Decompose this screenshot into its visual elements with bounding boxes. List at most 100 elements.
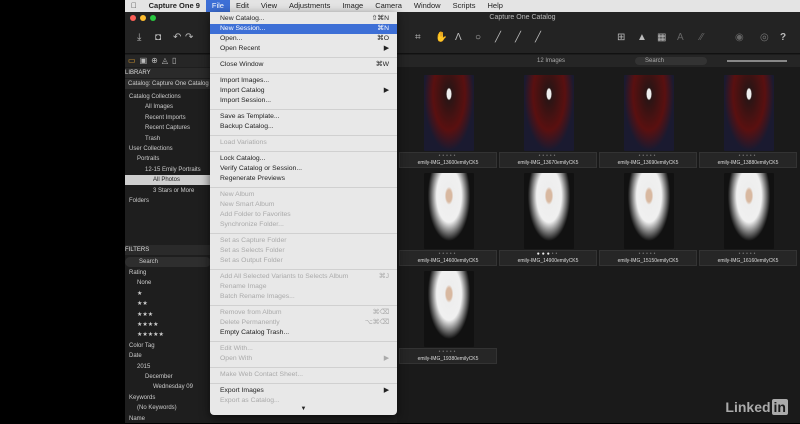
sidebar-item[interactable]: User Collections xyxy=(125,144,211,154)
sidebar-item[interactable]: None xyxy=(125,278,211,288)
menu-item[interactable]: Make Web Contact Sheet... xyxy=(210,370,397,380)
menu-item[interactable]: New Album xyxy=(210,190,397,200)
zoom-button[interactable] xyxy=(150,15,156,21)
scroll-down-arrow-icon[interactable]: ▼ xyxy=(210,406,397,412)
brush-icon[interactable]: ╱ xyxy=(495,32,501,43)
sidebar-item[interactable]: 12-15 Emily Portraits xyxy=(125,165,211,175)
pan-icon[interactable]: ✋ xyxy=(435,32,447,43)
menu-item[interactable]: Open Recent ▶ xyxy=(210,44,397,54)
menu-item[interactable]: Add Folder to Favorites xyxy=(210,210,397,220)
redo-icon[interactable]: ↷ xyxy=(185,32,193,43)
rating-stars[interactable]: ••••• xyxy=(700,153,796,160)
thumbnail-cell[interactable]: ●●●•• emily-IMG_14900emilyCK5 xyxy=(499,171,597,267)
close-button[interactable] xyxy=(130,15,136,21)
sidebar-item[interactable]: Date xyxy=(125,351,211,361)
crop-icon[interactable]: ⌗ xyxy=(415,32,421,43)
sidebar-item[interactable]: ★ xyxy=(125,289,211,299)
rating-stars[interactable]: ••••• xyxy=(400,153,496,160)
thumbnail-size-slider[interactable] xyxy=(727,60,787,62)
sidebar-item[interactable]: Recent Imports xyxy=(125,113,211,123)
proof-icon[interactable]: ▦ xyxy=(657,32,666,43)
thumbnail-image[interactable] xyxy=(724,75,774,151)
menu-item[interactable]: Save as Template... xyxy=(210,112,397,122)
sidebar-item[interactable]: ★★★★ xyxy=(125,320,211,330)
menu-adjustments[interactable]: Adjustments xyxy=(283,0,336,12)
menu-file[interactable]: File xyxy=(205,0,230,12)
picker-icon[interactable]: ╱ xyxy=(535,32,541,43)
sidebar-item[interactable]: Keywords xyxy=(125,393,211,403)
camera-icon[interactable]: ◘ xyxy=(155,32,161,43)
menu-item[interactable]: New Smart Album xyxy=(210,200,397,210)
menu-item[interactable]: Batch Rename Images... xyxy=(210,292,397,302)
exposure-tab-icon[interactable]: ▯ xyxy=(172,55,176,67)
menu-item[interactable]: Load Variations xyxy=(210,138,397,148)
eraser-icon[interactable]: ╱ xyxy=(515,32,521,43)
menu-item[interactable]: Empty Catalog Trash... xyxy=(210,328,397,338)
sidebar-item[interactable]: Trash xyxy=(125,134,211,144)
menu-item[interactable]: Synchronize Folder... xyxy=(210,220,397,230)
thumbnail-image[interactable] xyxy=(424,271,474,347)
sidebar-item[interactable]: Name xyxy=(125,414,211,424)
sidebar-item[interactable]: December xyxy=(125,372,211,382)
help-icon[interactable]: ? xyxy=(780,32,786,43)
rating-stars[interactable]: ••••• xyxy=(400,251,496,258)
thumbnail-cell[interactable]: ••••• emily-IMG_19380emilyCK5 xyxy=(399,269,497,365)
rating-stars[interactable]: ●●●•• xyxy=(500,251,596,258)
menu-item[interactable]: Open... ⌘O xyxy=(210,34,397,44)
menu-item[interactable]: Remove from Album ⌘⌫ xyxy=(210,308,397,318)
menu-item[interactable]: Import Catalog ▶ xyxy=(210,86,397,96)
color-tab-icon[interactable]: ◬ xyxy=(162,55,168,67)
lens-tab-icon[interactable]: ⊕ xyxy=(151,55,158,67)
copy-adjust-icon[interactable]: ⁄⁄ xyxy=(700,32,703,43)
sidebar-item[interactable]: ★★★★★ xyxy=(125,330,211,340)
spot-icon[interactable]: ○ xyxy=(475,32,481,43)
menu-item[interactable]: Export Images ▶ xyxy=(210,386,397,396)
grid-view-icon[interactable]: ⊞ xyxy=(617,32,625,43)
warning-icon[interactable]: ▲ xyxy=(637,32,647,43)
rating-stars[interactable]: ••••• xyxy=(700,251,796,258)
thumbnail-image[interactable] xyxy=(524,173,574,249)
menu-item[interactable]: Open With ▶ xyxy=(210,354,397,364)
thumbnail-image[interactable] xyxy=(424,75,474,151)
menu-item[interactable]: Add All Selected Variants to Selects Alb… xyxy=(210,272,397,282)
menu-item[interactable]: Verify Catalog or Session... xyxy=(210,164,397,174)
settings-icon[interactable]: ◎ xyxy=(760,32,769,43)
menu-item[interactable]: Edit With... xyxy=(210,344,397,354)
catalog-selector[interactable]: Catalog: Capture One Catalog xyxy=(125,79,211,89)
thumbnail-image[interactable] xyxy=(624,173,674,249)
thumbnail-image[interactable] xyxy=(724,173,774,249)
menu-camera[interactable]: Camera xyxy=(369,0,408,12)
eye-icon[interactable]: ◉ xyxy=(735,32,744,43)
menu-item[interactable]: Rename Image xyxy=(210,282,397,292)
thumbnail-image[interactable] xyxy=(424,173,474,249)
menu-item[interactable]: Close Window ⌘W xyxy=(210,60,397,70)
thumbnail-image[interactable] xyxy=(624,75,674,151)
sidebar-item[interactable]: (No Keywords) xyxy=(125,403,211,413)
menu-item[interactable]: Import Session... xyxy=(210,96,397,106)
sidebar-item[interactable]: Color Tag xyxy=(125,341,211,351)
sidebar-item[interactable]: Wednesday 09 xyxy=(125,382,211,392)
sidebar-item[interactable]: Catalog Collections xyxy=(125,92,211,102)
menu-view[interactable]: View xyxy=(255,0,283,12)
keystone-icon[interactable]: Λ xyxy=(455,32,462,43)
minimize-button[interactable] xyxy=(140,15,146,21)
menu-window[interactable]: Window xyxy=(408,0,447,12)
sidebar-item[interactable]: All Images xyxy=(125,102,211,112)
menu-item[interactable]: Lock Catalog... xyxy=(210,154,397,164)
filter-search-input[interactable]: Search xyxy=(125,257,211,267)
rating-stars[interactable]: ••••• xyxy=(600,251,696,258)
sidebar-item[interactable]: All Photos xyxy=(125,175,211,186)
sidebar-item[interactable]: Rating xyxy=(125,268,211,278)
menu-item[interactable]: Import Images... xyxy=(210,76,397,86)
rating-stars[interactable]: ••••• xyxy=(500,153,596,160)
menu-edit[interactable]: Edit xyxy=(230,0,255,12)
import-icon[interactable]: ⤓ xyxy=(137,32,141,43)
rating-stars[interactable]: ••••• xyxy=(400,349,496,356)
sidebar-item[interactable]: ★★ xyxy=(125,299,211,309)
sidebar-item[interactable]: 3 Stars or More xyxy=(125,186,211,196)
apple-menu[interactable]:  xyxy=(125,0,143,12)
rating-stars[interactable]: ••••• xyxy=(600,153,696,160)
menu-item[interactable]: New Session... ⌘N xyxy=(210,24,397,34)
thumbnail-cell[interactable]: ••••• emily-IMG_16160emilyCK5 xyxy=(699,171,797,267)
menu-item[interactable]: Set as Output Folder xyxy=(210,256,397,266)
